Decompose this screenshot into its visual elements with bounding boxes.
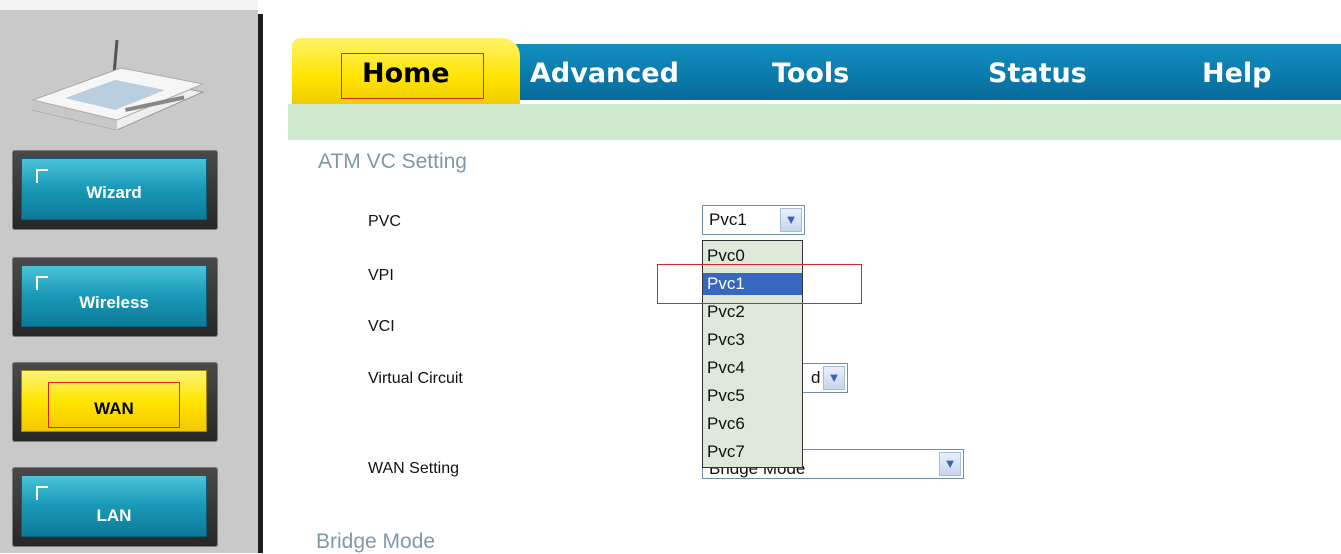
highlight-box-home bbox=[341, 53, 484, 99]
sub-nav-bar bbox=[288, 104, 1341, 140]
vci-label: VCI bbox=[368, 318, 395, 335]
nav-label-wireless: Wireless bbox=[79, 293, 149, 312]
virtual-circuit-label: Virtual Circuit bbox=[368, 370, 463, 387]
corner-accent bbox=[36, 486, 48, 500]
tab-tools[interactable]: Tools bbox=[772, 58, 849, 89]
wan-setting-label: WAN Setting bbox=[368, 460, 459, 477]
chevron-down-icon[interactable]: ▼ bbox=[780, 208, 802, 232]
nav-button-face: Wireless bbox=[21, 265, 207, 327]
pvc-option[interactable]: Pvc2 bbox=[703, 301, 802, 323]
pvc-option[interactable]: Pvc5 bbox=[703, 385, 802, 407]
vpi-label: VPI bbox=[368, 267, 394, 284]
nav-label-wizard: Wizard bbox=[86, 183, 142, 202]
corner-accent bbox=[36, 169, 48, 183]
highlight-box-wan bbox=[48, 382, 180, 428]
nav-button-wizard[interactable]: Wizard bbox=[12, 150, 218, 230]
pvc-option[interactable]: Pvc6 bbox=[703, 413, 802, 435]
tab-status[interactable]: Status bbox=[988, 58, 1087, 89]
nav-button-face: LAN bbox=[21, 475, 207, 537]
pvc-option[interactable]: Pvc4 bbox=[703, 357, 802, 379]
corner-accent bbox=[36, 276, 48, 290]
chevron-down-icon[interactable]: ▼ bbox=[823, 366, 845, 390]
nav-button-wireless[interactable]: Wireless bbox=[12, 257, 218, 337]
nav-label-lan: LAN bbox=[96, 506, 132, 525]
pvc-option[interactable]: Pvc7 bbox=[703, 441, 802, 463]
virtual-circuit-value: d bbox=[811, 368, 821, 387]
pvc-option[interactable]: Pvc3 bbox=[703, 329, 802, 351]
router-icon bbox=[31, 39, 205, 130]
highlight-box-pvc1 bbox=[657, 264, 862, 304]
chevron-down-icon[interactable]: ▼ bbox=[939, 452, 961, 476]
section-title: ATM VC Setting bbox=[318, 150, 467, 173]
pvc-select-value: Pvc1 bbox=[709, 210, 747, 229]
sidebar-top-strip bbox=[0, 0, 258, 10]
nav-button-face: Wizard bbox=[21, 158, 207, 220]
pvc-label: PVC bbox=[368, 213, 401, 230]
pvc-select[interactable]: Pvc1 ▼ bbox=[702, 205, 805, 235]
bridge-mode-title: Bridge Mode bbox=[316, 530, 436, 553]
sidebar-divider bbox=[258, 14, 263, 553]
nav-button-lan[interactable]: LAN bbox=[12, 467, 218, 547]
tab-help[interactable]: Help bbox=[1202, 58, 1272, 89]
tab-advanced[interactable]: Advanced bbox=[530, 58, 679, 89]
